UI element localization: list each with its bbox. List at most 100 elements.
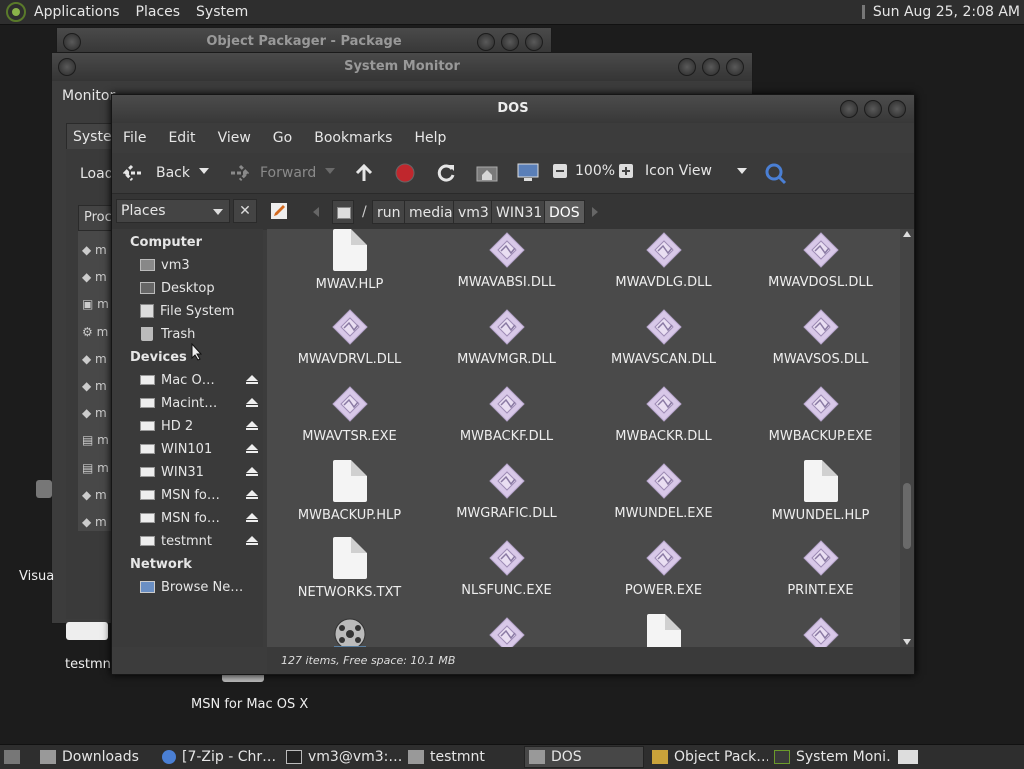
file-item[interactable]: MWBACKF.DLL [428,385,585,444]
computer-button[interactable] [517,163,539,183]
distro-logo-icon[interactable] [6,2,26,22]
up-button[interactable] [354,163,374,183]
sidebar-item-device[interactable]: testmnt [140,530,258,552]
sidebar-item-file-system[interactable]: File System [140,300,258,322]
process-row[interactable]: ◆ m [82,264,109,291]
scroll-down-icon[interactable] [903,639,911,645]
file-browser-window[interactable]: DOS File Edit View Go Bookmarks Help Bac… [111,94,915,675]
applications-menu[interactable]: Applications [26,4,128,20]
eject-icon[interactable] [246,536,258,546]
file-item[interactable]: PRINT.EXE [742,539,899,598]
file-item[interactable] [585,614,742,647]
breadcrumb-win31[interactable]: WIN31 [491,200,548,224]
places-menu[interactable]: Places [128,4,189,20]
show-desktop-button[interactable] [2,746,24,768]
sidebar-item-desktop[interactable]: Desktop [140,277,258,299]
system-monitor-menu[interactable]: Monitor [62,88,115,104]
forward-button[interactable]: Forward [228,163,316,183]
breadcrumb-scroll-right[interactable] [591,206,599,222]
workspace-switcher[interactable] [894,746,920,768]
maximize-button[interactable] [702,58,720,76]
close-button[interactable] [525,33,543,51]
window-menu-button[interactable] [63,33,81,51]
scroll-up-icon[interactable] [903,231,911,237]
task-system-monitor[interactable]: System Moni… [770,746,892,768]
desktop-icon-label[interactable]: Visua [19,569,54,584]
sidebar-item-device[interactable]: WIN101 [140,438,258,460]
file-item[interactable]: MWBACKUP.HLP [271,460,428,523]
file-item[interactable]: MWUNDEL.EXE [585,462,742,521]
file-item[interactable]: POWER.EXE [585,539,742,598]
forward-history-dropdown[interactable] [324,166,336,176]
close-sidebar-button[interactable]: ✕ [233,199,257,223]
file-item[interactable]: MWAVMGR.DLL [428,308,585,367]
file-item[interactable]: MWAVTSR.EXE [271,385,428,444]
zoom-level[interactable]: 100% [575,163,615,179]
process-row[interactable]: ◆ m [82,509,109,536]
eject-icon[interactable] [246,467,258,477]
file-item[interactable] [428,616,585,647]
process-row[interactable]: ◆ m [82,373,109,400]
eject-icon[interactable] [246,444,258,454]
breadcrumb-root[interactable]: / [358,200,371,224]
desktop-icon-label[interactable]: testmnt [65,657,116,672]
eject-icon[interactable] [246,398,258,408]
file-item[interactable]: MWBACKR.DLL [585,385,742,444]
sidebar-item-device[interactable]: HD 2 [140,415,258,437]
window-menu-button[interactable] [58,58,76,76]
process-row[interactable]: ⚙ m [82,319,109,346]
process-row[interactable]: ◆ m [82,237,109,264]
back-button[interactable]: Back [122,163,190,183]
desktop-item-icon[interactable] [36,480,52,498]
vertical-scrollbar[interactable] [900,229,914,647]
process-row[interactable]: ▤ m [82,455,109,482]
zoom-in-button[interactable] [618,163,634,179]
task-downloads[interactable]: Downloads [36,746,156,768]
breadcrumb-run[interactable]: run [372,200,406,224]
reload-button[interactable] [436,163,456,183]
process-row[interactable]: ◆ m [82,482,109,509]
task-terminal[interactable]: vm3@vm3:… [282,746,402,768]
sidebar-item-browse-network[interactable]: Browse Network [140,576,258,598]
title-bar[interactable]: DOS [112,95,914,123]
file-item[interactable]: MWAVABSI.DLL [428,231,585,290]
eject-icon[interactable] [246,421,258,431]
sidebar-item-device[interactable]: WIN31 [140,461,258,483]
edit-menu[interactable]: Edit [157,130,206,146]
back-history-dropdown[interactable] [198,166,210,176]
clock[interactable]: Sun Aug 25, 2:08 AM [861,0,1020,24]
bookmarks-menu[interactable]: Bookmarks [303,130,403,146]
sidebar-item-vm3[interactable]: vm3 [140,254,258,276]
file-item[interactable]: MWAVDOSL.DLL [742,231,899,290]
edit-location-button[interactable] [270,202,290,222]
file-icon-view[interactable]: MWAV.HLP MWAVABSI.DLL MWAVDLG.DLL MWAVDOSL.… [267,229,914,647]
sidebar-mode-select[interactable]: Places [116,199,230,223]
go-menu[interactable]: Go [262,130,303,146]
file-item[interactable]: MWAVSCAN.DLL [585,308,742,367]
breadcrumb-scroll-left[interactable] [312,206,320,222]
maximize-button[interactable] [864,100,882,118]
breadcrumb-media[interactable]: media [404,200,458,224]
task-7zip-chrome[interactable]: [7-Zip - Chr… [158,746,278,768]
home-button[interactable] [476,163,498,183]
breadcrumb-dos[interactable]: DOS [544,200,585,224]
system-menu[interactable]: System [188,4,256,20]
process-row[interactable]: ◆ m [82,400,109,427]
file-item[interactable]: MWUNDEL.HLP [742,460,899,523]
file-item[interactable]: MWAV.HLP [271,229,428,292]
view-mode-select[interactable]: Icon View [645,163,747,179]
drive-desktop-icon[interactable] [66,622,108,640]
eject-icon[interactable] [246,490,258,500]
eject-icon[interactable] [246,513,258,523]
help-menu[interactable]: Help [403,130,457,146]
file-item[interactable]: MWAVDRVL.DLL [271,308,428,367]
maximize-button[interactable] [501,33,519,51]
file-item[interactable] [271,616,428,647]
file-item[interactable] [742,616,899,647]
file-item[interactable]: MWAVSOS.DLL [742,308,899,367]
zoom-out-button[interactable] [552,163,568,179]
process-row[interactable]: ◆ m [82,346,109,373]
task-dos[interactable]: DOS [524,746,644,768]
breadcrumb-vm3[interactable]: vm3 [453,200,494,224]
task-testmnt[interactable]: testmnt [404,746,522,768]
